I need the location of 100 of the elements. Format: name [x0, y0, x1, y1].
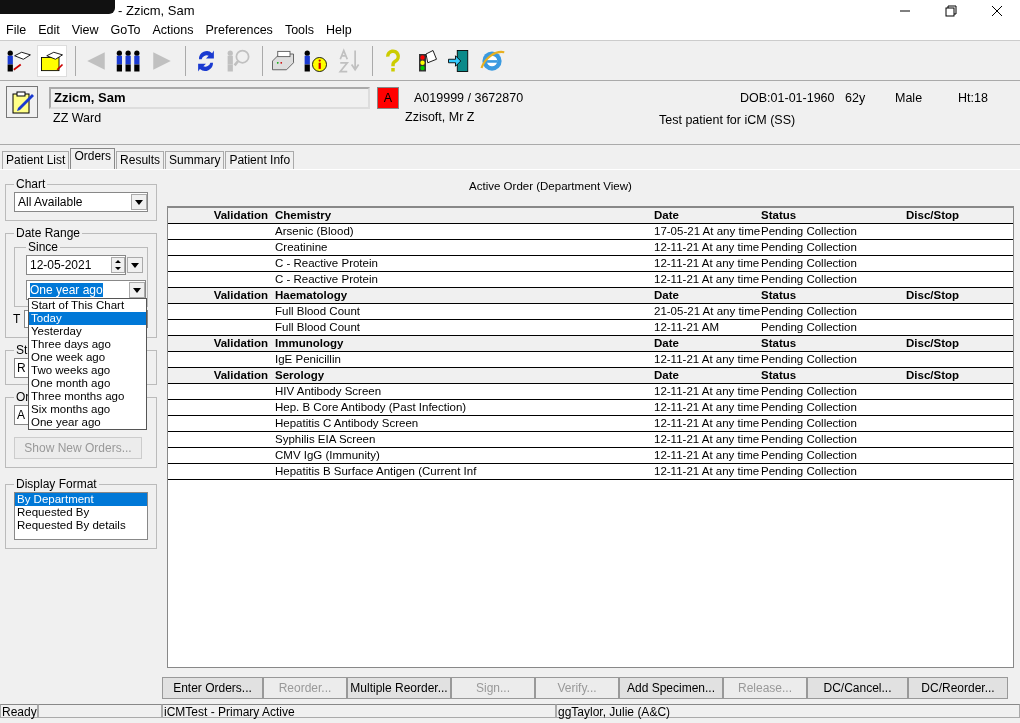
list-item[interactable]: Requested By: [15, 506, 147, 519]
column-header: Haematology: [275, 288, 349, 303]
action-button[interactable]: Enter Orders...: [162, 677, 263, 699]
table-cell-text: Hepatitis C Antibody Screen: [275, 416, 420, 431]
table-cell-text: Creatinine: [275, 240, 329, 255]
patient-name: Zzicm, Sam: [49, 87, 370, 109]
spinner-icon[interactable]: [111, 257, 125, 273]
table-cell-text: Pending Collection: [761, 352, 858, 367]
field-label: T: [13, 311, 21, 327]
tab[interactable]: Results: [116, 151, 165, 169]
status-text: Ready: [0, 704, 38, 718]
table-cell-text: Pending Collection: [761, 224, 858, 239]
table-cell-text: Pending Collection: [761, 400, 858, 415]
height-label: Ht:18: [958, 91, 988, 106]
sex-label: Male: [895, 91, 923, 106]
dropdown-option[interactable]: Yesterday: [29, 325, 146, 338]
action-button[interactable]: DC/Cancel...: [807, 677, 908, 699]
tab[interactable]: Patient Info: [225, 151, 295, 169]
tab[interactable]: Summary: [165, 151, 225, 169]
menu-item[interactable]: Edit: [32, 23, 66, 40]
table-cell-text: 12-11-21 AM: [654, 320, 720, 335]
menu-item[interactable]: File: [0, 23, 33, 40]
column-header: Disc/Stop: [906, 288, 961, 303]
patient-number: A019999 / 3672870: [414, 91, 524, 106]
table-cell: 12-11-21 At any time: [654, 384, 761, 399]
menu-item[interactable]: Preferences: [199, 23, 279, 40]
table-cell-text: Pending Collection: [761, 240, 858, 255]
table-cell-text: IgE Penicillin: [275, 352, 342, 367]
dropdown-field[interactable]: All Available: [14, 192, 148, 212]
table-cell-text: Pending Collection: [761, 432, 858, 447]
group-label: Or: [15, 391, 31, 403]
table-cell: 12-11-21 At any time: [654, 416, 761, 431]
status-text: iCMTest - Primary Active: [162, 704, 556, 718]
table-cell-text: Arsenic (Blood): [275, 224, 355, 239]
group-label: Since: [27, 241, 60, 253]
table-cell-text: CMV IgG (Immunity): [275, 448, 381, 463]
table-cell-text: Full Blood Count: [275, 320, 362, 335]
table-cell-text: C - Reactive Protein: [275, 272, 379, 287]
dropdown-option[interactable]: Today: [29, 312, 146, 325]
column-header: Serology: [275, 368, 326, 383]
table-cell-text: Pending Collection: [761, 320, 858, 335]
menu-item[interactable]: Tools: [278, 23, 321, 40]
table-cell-text: Pending Collection: [761, 464, 858, 479]
table-cell-text: C - Reactive Protein: [275, 256, 379, 271]
column-header: Date: [654, 368, 680, 383]
menu-item[interactable]: Actions: [146, 23, 200, 40]
table-cell: 12-11-21 At any time: [654, 256, 761, 271]
column-header: Disc/Stop: [906, 208, 961, 223]
table-cell-text: Pending Collection: [761, 416, 858, 431]
table-cell: 12-11-21 At any time: [654, 432, 761, 447]
tab[interactable]: Patient List: [2, 151, 70, 169]
action-button[interactable]: Add Specimen...: [619, 677, 723, 699]
table-cell-text: Full Blood Count: [275, 304, 362, 319]
list-item[interactable]: Requested By details: [15, 519, 147, 532]
column-header: Status: [761, 288, 798, 303]
group-label: Date Range: [15, 227, 82, 239]
patient-note: Test patient for iCM (SS): [659, 113, 796, 128]
dropdown-option[interactable]: Start of This Chart: [29, 299, 146, 312]
menu-item[interactable]: View: [65, 23, 105, 40]
date-field[interactable]: 12-05-2021: [26, 255, 126, 275]
dob-label: DOB:01-01-1960: [740, 91, 835, 106]
dropdown-option[interactable]: One month ago: [29, 377, 146, 390]
table-cell-text: Syphilis EIA Screen: [275, 432, 377, 447]
column-header: Disc/Stop: [906, 336, 961, 351]
table-cell-text: Pending Collection: [761, 304, 858, 319]
table-cell: 12-11-21 At any time: [654, 400, 761, 415]
table-cell: 17-05-21 At any time: [654, 224, 761, 239]
dropdown-option[interactable]: Three days ago: [29, 338, 146, 351]
menu-item[interactable]: Help: [320, 23, 358, 40]
window-title: - Zzicm, Sam: [118, 2, 195, 19]
tab[interactable]: Orders: [70, 148, 116, 169]
table-cell: 12-11-21 At any time: [654, 240, 761, 255]
table-cell-text: Pending Collection: [761, 272, 858, 287]
column-header: Chemistry: [275, 208, 333, 223]
table-cell-text: Pending Collection: [761, 448, 858, 463]
table-cell-text: Hep. B Core Antibody (Past Infection): [275, 400, 468, 415]
column-header: Status: [761, 336, 798, 351]
table-cell: 12-11-21 At any time: [654, 272, 761, 287]
action-button[interactable]: DC/Reorder...: [908, 677, 1008, 699]
table-cell-text: Pending Collection: [761, 256, 858, 271]
column-header: Status: [761, 208, 798, 223]
column-header: Disc/Stop: [906, 368, 961, 383]
action-button[interactable]: Multiple Reorder...: [347, 677, 451, 699]
menu-item[interactable]: GoTo: [104, 23, 147, 40]
edit-notes-button[interactable]: [6, 86, 38, 118]
ward-label: ZZ Ward: [53, 111, 102, 126]
dropdown-option[interactable]: Three months ago: [29, 390, 146, 403]
column-header: Status: [761, 368, 798, 383]
period-dropdown[interactable]: One year ago: [26, 280, 146, 300]
column-header: Date: [654, 288, 680, 303]
column-header: Date: [654, 208, 680, 223]
alert-flag: A: [377, 87, 399, 109]
column-header: Validation: [212, 288, 269, 303]
table-cell: 12-11-21 At any time: [654, 464, 761, 479]
table-cell-text: Hepatitis B Surface Antigen (Current Inf: [275, 464, 478, 479]
column-header: Date: [654, 336, 680, 351]
table-cell-text: Pending Collection: [761, 384, 858, 399]
table-cell: 12-11-21 At any time: [654, 352, 761, 367]
table-cell: 21-05-21 At any time: [654, 304, 761, 319]
list-item[interactable]: By Department: [15, 493, 147, 506]
